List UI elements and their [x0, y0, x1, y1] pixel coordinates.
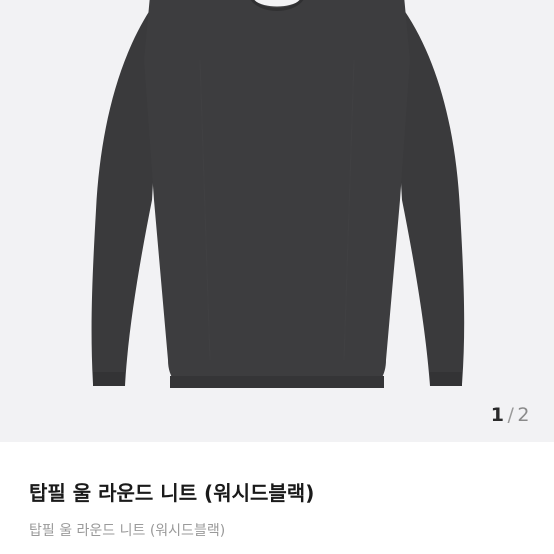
product-image-gallery[interactable]: 1/2 — [0, 0, 554, 442]
product-photo — [91, 0, 465, 388]
product-info: 탑필 울 라운드 니트 (워시드블랙) 탑필 울 라운드 니트 (워시드블랙) — [0, 442, 554, 554]
sweater-body — [144, 0, 410, 388]
product-title: 탑필 울 라운드 니트 (워시드블랙) — [29, 481, 315, 505]
image-page-counter: 1/2 — [491, 403, 530, 427]
sweater-right-cuff — [430, 372, 462, 386]
product-subtitle: 탑필 울 라운드 니트 (워시드블랙) — [29, 523, 226, 539]
sweater-left-cuff — [93, 372, 125, 386]
sweater-hem — [170, 376, 384, 388]
counter-separator: / — [507, 404, 515, 426]
current-image-index: 1 — [490, 404, 505, 426]
total-image-count: 2 — [517, 404, 530, 426]
